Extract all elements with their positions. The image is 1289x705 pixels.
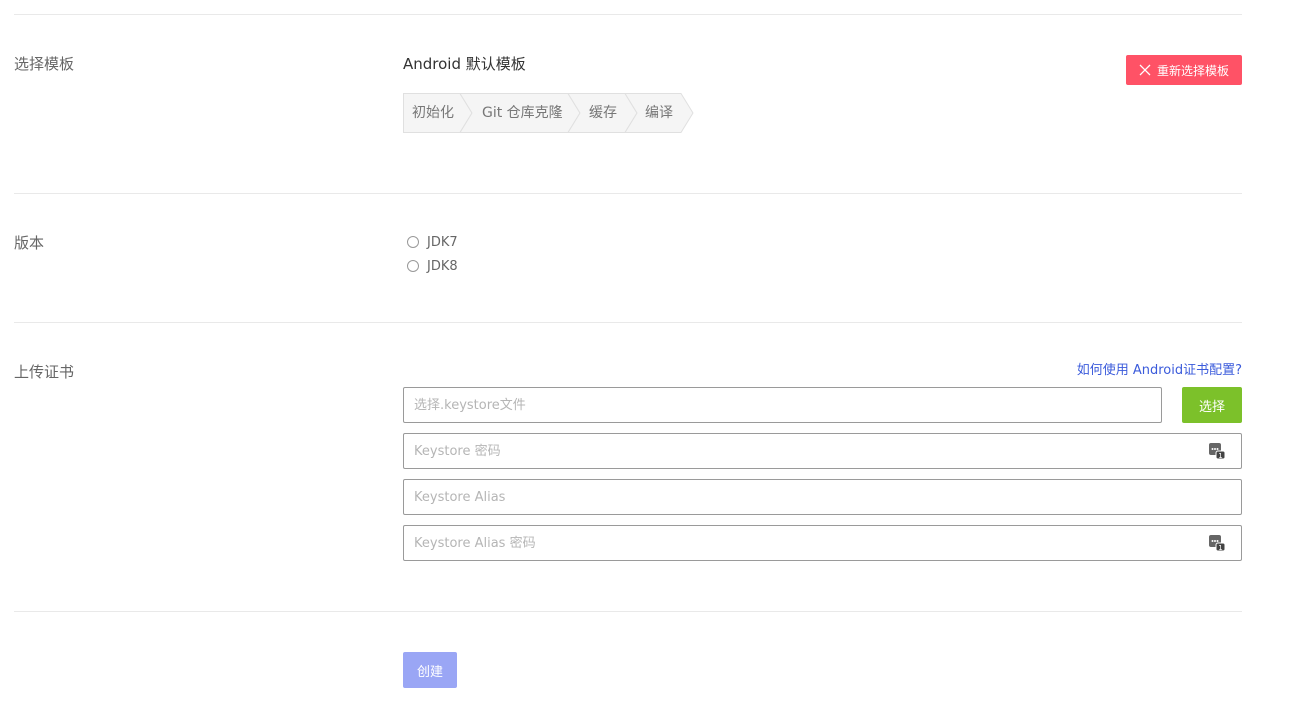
divider-1 [14, 193, 1242, 194]
radio-jdk8-circle[interactable] [407, 260, 419, 272]
keystore-alias-input[interactable] [403, 479, 1242, 515]
create-button[interactable]: 创建 [403, 652, 457, 688]
choose-keystore-button[interactable]: 选择 [1182, 387, 1242, 423]
step-init: 初始化 [412, 105, 454, 121]
svg-text:1: 1 [1218, 544, 1222, 552]
step-cache: 缓存 [589, 105, 617, 121]
version-section-label: 版本 [14, 234, 45, 252]
template-steps: 初始化 Git 仓库克隆 缓存 编译 [403, 93, 695, 133]
radio-jdk7-label: JDK7 [427, 234, 458, 250]
radio-jdk8[interactable]: JDK8 [405, 256, 458, 276]
create-config-form: 选择模板 Android 默认模板 重新选择模板 初始化 Git 仓库克隆 缓存… [0, 0, 1289, 705]
keystore-alias-password-input[interactable] [403, 525, 1242, 561]
cert-section-label: 上传证书 [14, 363, 75, 381]
keystore-file-input[interactable] [403, 387, 1162, 423]
radio-jdk8-label: JDK8 [427, 258, 458, 274]
keystore-password-input[interactable] [403, 433, 1242, 469]
divider-top [14, 14, 1242, 15]
alias-password-keyboard-icon[interactable]: 1 [1208, 534, 1226, 552]
template-section-label: 选择模板 [14, 55, 75, 73]
divider-3 [14, 611, 1242, 612]
close-icon [1139, 64, 1151, 76]
svg-text:1: 1 [1218, 452, 1222, 460]
step-compile: 编译 [645, 105, 673, 121]
radio-jdk7-circle[interactable] [407, 236, 419, 248]
cert-help-link[interactable]: 如何使用 Android证书配置? [1077, 361, 1242, 381]
reselect-template-button[interactable]: 重新选择模板 [1126, 55, 1242, 85]
template-name: Android 默认模板 [403, 55, 526, 73]
step-git-clone: Git 仓库克隆 [482, 105, 563, 121]
password-keyboard-icon[interactable]: 1 [1208, 442, 1226, 460]
radio-jdk7[interactable]: JDK7 [405, 232, 458, 252]
reselect-template-label: 重新选择模板 [1156, 63, 1229, 78]
divider-2 [14, 322, 1242, 323]
